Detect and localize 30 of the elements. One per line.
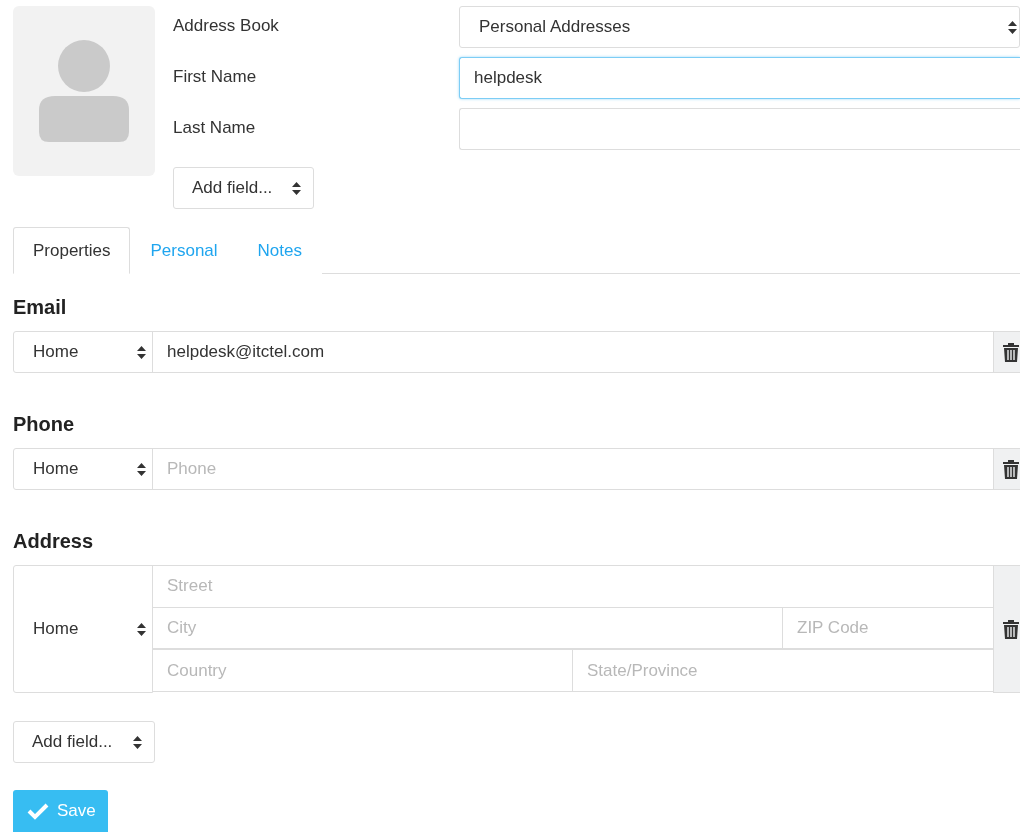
address-book-select[interactable]: Personal Addresses <box>459 6 1020 48</box>
section-heading: Email <box>13 296 68 319</box>
person-silhouette-icon <box>39 40 129 142</box>
last-name-field[interactable] <box>459 108 1020 150</box>
section-heading: Address <box>13 530 95 553</box>
add-field-select[interactable]: Add field... <box>173 167 314 209</box>
add-field-select[interactable]: Add field... <box>13 721 155 763</box>
trash-icon[interactable] <box>1003 459 1019 479</box>
type-select[interactable]: Home <box>13 565 153 693</box>
sort-icon <box>1008 20 1017 34</box>
type-select[interactable]: Home <box>13 331 153 373</box>
type-select[interactable]: Home <box>13 448 153 490</box>
country-field[interactable]: Country <box>152 649 573 692</box>
sort-icon <box>137 622 146 636</box>
field-label: Last Name <box>173 117 257 138</box>
tab[interactable]: Properties <box>13 227 131 274</box>
email-field[interactable]: helpdesk@itctel.com <box>152 331 994 373</box>
field-label: Address Book <box>173 15 280 36</box>
sort-icon <box>292 181 301 195</box>
phone-field[interactable]: Phone <box>152 448 994 490</box>
field-label: First Name <box>173 66 258 87</box>
sort-icon <box>133 735 142 749</box>
check-icon <box>27 802 49 820</box>
trash-icon[interactable] <box>1003 619 1019 639</box>
sort-icon <box>137 345 146 359</box>
state-field[interactable]: State/Province <box>572 649 994 692</box>
sort-icon <box>137 462 146 476</box>
trash-icon[interactable] <box>1003 342 1019 362</box>
section-heading: Phone <box>13 413 76 436</box>
first-name-field[interactable]: helpdesk <box>459 57 1020 99</box>
